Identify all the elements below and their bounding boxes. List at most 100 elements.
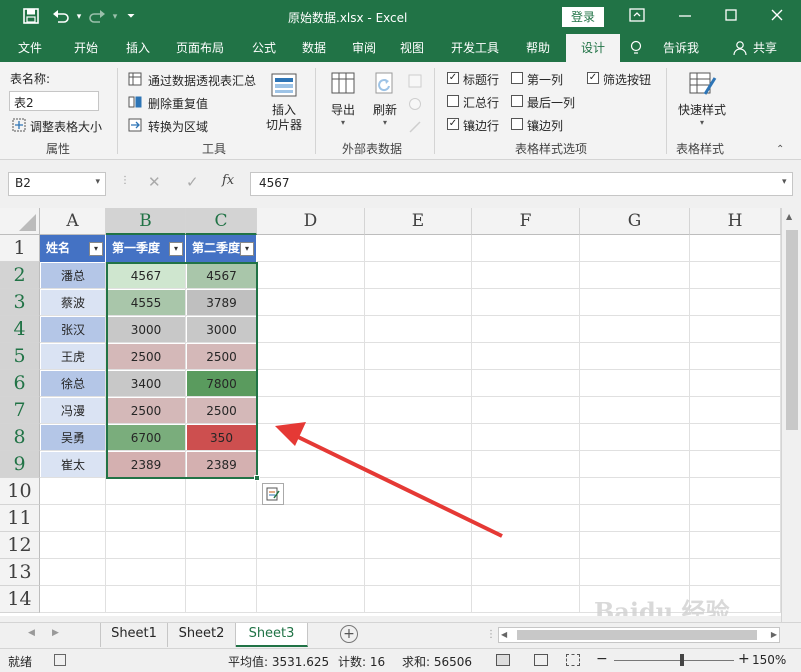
refresh-button[interactable]: 刷新 ▾: [366, 70, 404, 134]
grid-cell[interactable]: [690, 397, 781, 424]
grid-cell[interactable]: [257, 235, 365, 262]
grid-cell[interactable]: [186, 586, 257, 613]
horizontal-scroll-thumb[interactable]: [517, 630, 757, 640]
customize-qat-icon[interactable]: ⏷: [122, 8, 140, 26]
grid-cell[interactable]: [257, 343, 365, 370]
grid-cell[interactable]: [472, 316, 580, 343]
filter-button-checkbox[interactable]: ✓: [587, 72, 599, 84]
grid-cell[interactable]: [40, 532, 106, 559]
sheet-tab-sheet3[interactable]: Sheet3: [236, 623, 308, 647]
grid-cell[interactable]: [472, 343, 580, 370]
summarize-pivot-button[interactable]: 通过数据透视表汇总: [148, 72, 256, 89]
tab-formulas[interactable]: 公式: [244, 34, 284, 62]
ribbon-display-options-icon[interactable]: [628, 8, 646, 26]
table-cell-q2[interactable]: 350: [187, 425, 257, 451]
grid-cell[interactable]: [257, 424, 365, 451]
grid-cell[interactable]: [365, 316, 472, 343]
prev-sheet-icon[interactable]: ◀: [28, 628, 35, 638]
total-row-checkbox[interactable]: [447, 95, 459, 107]
grid-cell[interactable]: [106, 532, 186, 559]
table-cell-q2[interactable]: 3000: [187, 317, 257, 343]
grid-cell[interactable]: [257, 370, 365, 397]
table-header-q1[interactable]: 第一季度 ▾: [106, 235, 186, 262]
column-header-f[interactable]: F: [472, 208, 580, 235]
macro-record-icon[interactable]: [54, 654, 66, 666]
row-header-4[interactable]: 4: [0, 316, 40, 343]
insert-slicer-button[interactable]: 插入 切片器: [262, 70, 306, 134]
grid-cell[interactable]: [365, 397, 472, 424]
grid-cell[interactable]: [580, 478, 690, 505]
tab-review[interactable]: 审阅: [344, 34, 384, 62]
last-column-checkbox[interactable]: [511, 95, 523, 107]
grid-cell[interactable]: [365, 505, 472, 532]
quick-analysis-button[interactable]: [262, 483, 284, 505]
next-sheet-icon[interactable]: ▶: [52, 628, 59, 638]
tab-insert[interactable]: 插入: [116, 34, 160, 62]
grid-cell[interactable]: [690, 532, 781, 559]
quick-styles-button[interactable]: 快速样式 ▾: [674, 70, 730, 134]
expand-formula-icon[interactable]: ▾: [782, 177, 787, 187]
table-cell-q1[interactable]: 4567: [107, 263, 186, 289]
grid-cell[interactable]: [257, 289, 365, 316]
tab-split-grip-icon[interactable]: ⋮: [486, 629, 496, 640]
grid-cell[interactable]: [690, 451, 781, 478]
banded-rows-checkbox[interactable]: ✓: [447, 118, 459, 130]
table-header-name[interactable]: 姓名 ▾: [40, 235, 106, 262]
table-cell-name[interactable]: 张汉: [41, 317, 106, 343]
row-header-12[interactable]: 12: [0, 532, 40, 559]
grid-cell[interactable]: [580, 424, 690, 451]
grid-cell[interactable]: [472, 478, 580, 505]
grid-cell[interactable]: [40, 559, 106, 586]
column-header-e[interactable]: E: [365, 208, 472, 235]
table-cell-name[interactable]: 吴勇: [41, 425, 106, 451]
share-button[interactable]: 共享: [750, 34, 780, 62]
table-cell-q1[interactable]: 2389: [107, 452, 186, 478]
grid-cell[interactable]: [690, 235, 781, 262]
grid-cell[interactable]: [106, 505, 186, 532]
row-header-8[interactable]: 8: [0, 424, 40, 451]
undo-dropdown-icon[interactable]: ▾: [70, 8, 88, 26]
grid-cell[interactable]: [365, 343, 472, 370]
grid-cell[interactable]: [580, 343, 690, 370]
remove-duplicates-button[interactable]: 删除重复值: [148, 95, 208, 112]
sheet-tab-sheet1[interactable]: Sheet1: [100, 623, 168, 647]
zoom-level[interactable]: 150%: [752, 653, 786, 667]
grid-cell[interactable]: [257, 451, 365, 478]
grid-cell[interactable]: [580, 370, 690, 397]
grid-cell[interactable]: [580, 559, 690, 586]
grid-cell[interactable]: [580, 397, 690, 424]
table-cell-q2[interactable]: 2500: [187, 344, 257, 370]
grid-cell[interactable]: [365, 370, 472, 397]
row-header-3[interactable]: 3: [0, 289, 40, 316]
worksheet-grid[interactable]: ABCDEFGH 1 2 3 4 5 6 7 8 9 10 11 12 13 14 姓名 ▾ 第一季度 ▾ 第二季…: [0, 208, 781, 616]
table-cell-q1[interactable]: 3000: [107, 317, 186, 343]
grid-cell[interactable]: [257, 532, 365, 559]
table-cell-name[interactable]: 蔡波: [41, 290, 106, 316]
table-cell-q2[interactable]: 2500: [187, 398, 257, 424]
page-break-view-icon[interactable]: [566, 654, 580, 666]
cancel-icon[interactable]: ✕: [148, 173, 161, 191]
scroll-right-icon[interactable]: ▶: [771, 630, 777, 639]
grid-cell[interactable]: [580, 235, 690, 262]
minimize-icon[interactable]: [676, 8, 694, 26]
row-header-9[interactable]: 9: [0, 451, 40, 478]
table-cell-q1[interactable]: 2500: [107, 344, 186, 370]
filter-dropdown-icon[interactable]: ▾: [240, 242, 254, 256]
grid-cell[interactable]: [186, 532, 257, 559]
grid-cell[interactable]: [365, 424, 472, 451]
grid-cell[interactable]: [186, 559, 257, 586]
grid-cell[interactable]: [472, 424, 580, 451]
table-cell-name[interactable]: 王虎: [41, 344, 106, 370]
formula-input[interactable]: 4567: [250, 172, 793, 196]
sheet-tab-sheet2[interactable]: Sheet2: [168, 623, 236, 647]
column-header-d[interactable]: D: [257, 208, 365, 235]
properties-small-icon[interactable]: [408, 74, 422, 88]
row-header-11[interactable]: 11: [0, 505, 40, 532]
table-cell-name[interactable]: 徐总: [41, 371, 106, 397]
grid-cell[interactable]: [690, 289, 781, 316]
table-cell-name[interactable]: 崔太: [41, 452, 106, 478]
normal-view-icon[interactable]: [496, 654, 510, 666]
grid-cell[interactable]: [580, 505, 690, 532]
grid-cell[interactable]: [257, 505, 365, 532]
grid-cell[interactable]: [580, 316, 690, 343]
